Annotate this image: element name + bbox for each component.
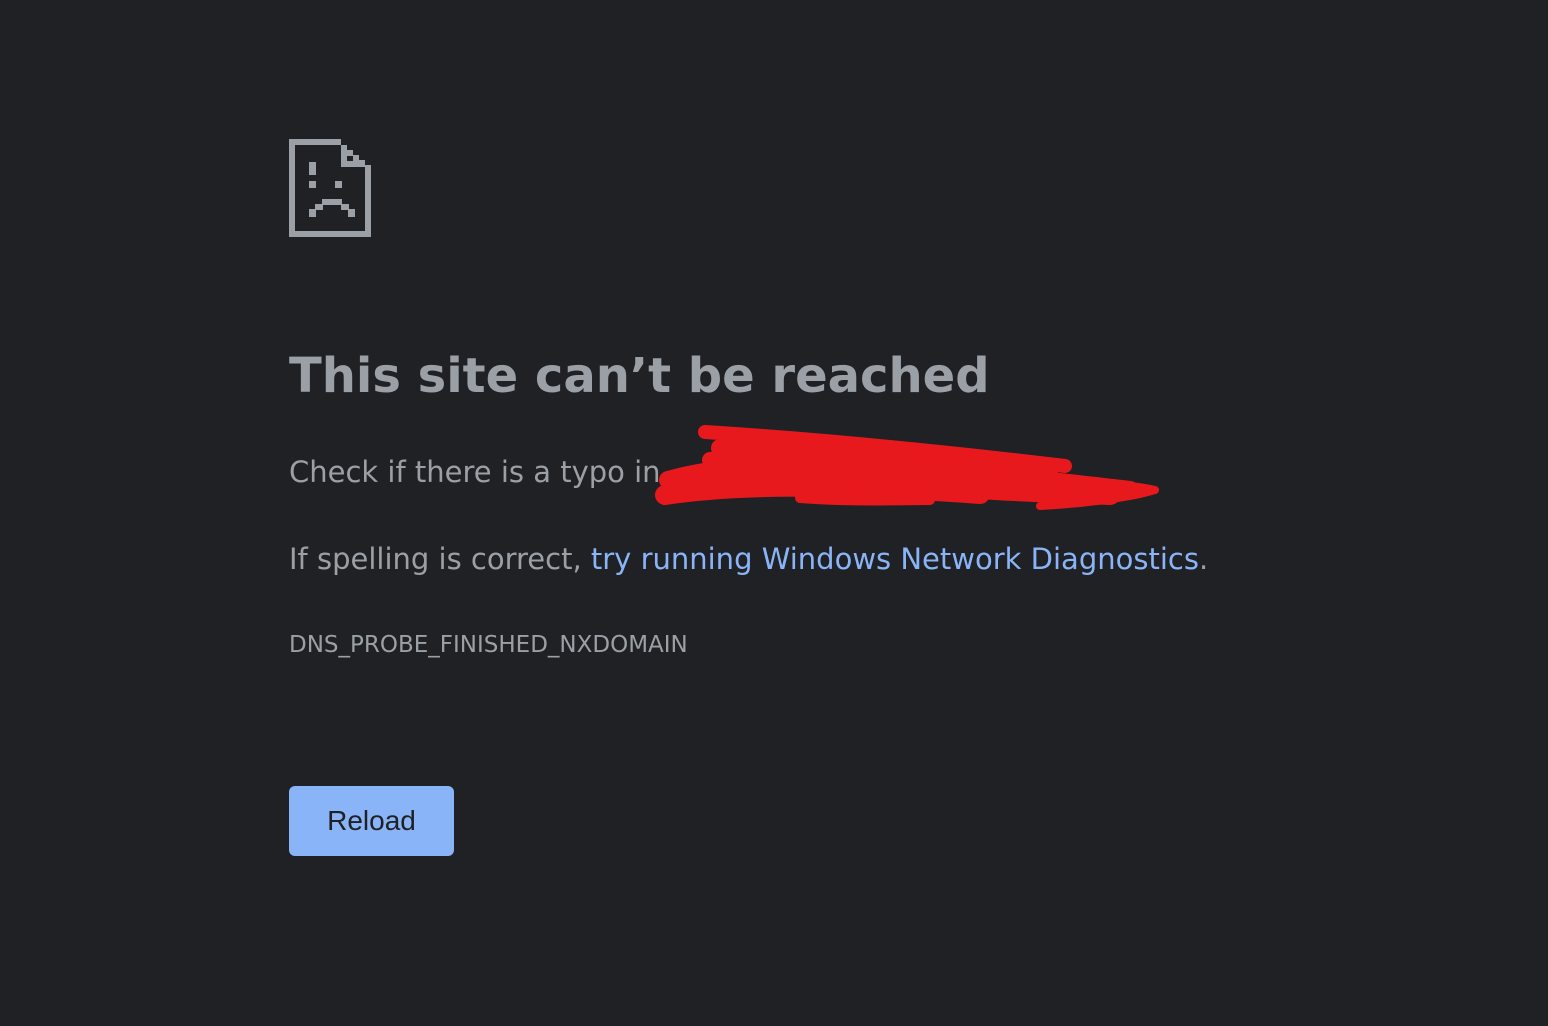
typo-message: Check if there is a typo in — [289, 452, 661, 492]
error-code: DNS_PROBE_FINISHED_NXDOMAIN — [289, 632, 688, 658]
sad-page-icon — [289, 139, 371, 237]
red-scribble-redaction — [650, 420, 1170, 520]
spelling-prefix: If spelling is correct, — [289, 542, 591, 576]
network-diagnostics-link[interactable]: try running Windows Network Diagnostics — [591, 542, 1199, 576]
typo-text: Check if there is a typo in — [289, 455, 661, 489]
reload-button[interactable]: Reload — [289, 786, 454, 856]
spelling-suffix: . — [1198, 542, 1209, 576]
page-title: This site can’t be reached — [289, 348, 990, 404]
error-page: This site can’t be reached Check if ther… — [0, 0, 1548, 1026]
spelling-message: If spelling is correct, try running Wind… — [289, 539, 1208, 579]
